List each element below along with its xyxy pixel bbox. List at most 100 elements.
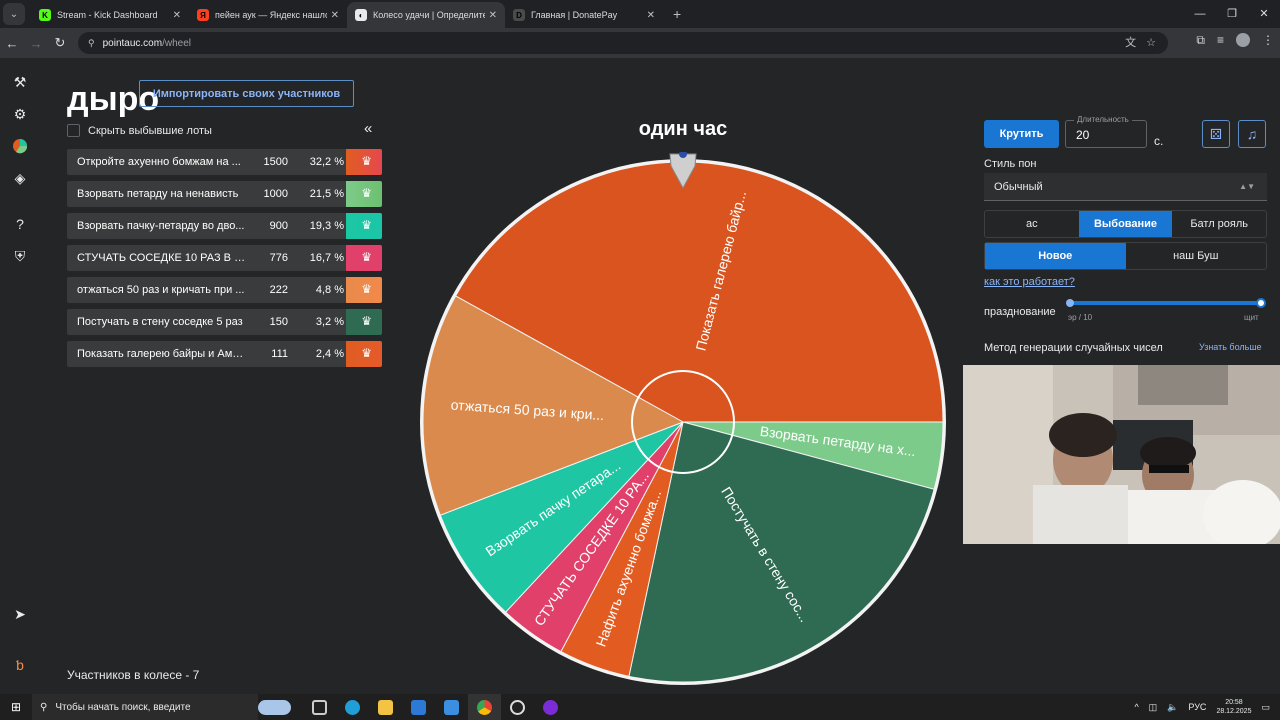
lot-delete-icon[interactable]: ♛	[361, 218, 372, 232]
lot-amount: 776	[269, 252, 288, 264]
lot-delete-icon[interactable]: ♛	[361, 282, 372, 296]
dice-icon[interactable]: ⚄	[1202, 120, 1230, 148]
volume-icon[interactable]: 🔈	[1167, 702, 1178, 713]
mode-tab-1[interactable]: Выбование	[1078, 211, 1173, 237]
lot-delete-icon[interactable]: ♛	[361, 346, 372, 360]
restore-icon[interactable]: ❐	[1216, 0, 1248, 28]
minimize-icon[interactable]: —	[1184, 0, 1216, 28]
how-it-works-link[interactable]: как это работает?	[984, 276, 1075, 288]
settings-gear-icon[interactable]: ⚙	[10, 104, 30, 124]
lot-delete-icon[interactable]: ♛	[361, 186, 372, 200]
collapse-panel-icon[interactable]: «	[364, 120, 372, 137]
mode-tab-2[interactable]: Батл рояль	[1172, 211, 1266, 237]
select-caret-icon: ▲▼	[1239, 182, 1255, 191]
taskbar-widget-icon[interactable]	[258, 694, 291, 720]
lot-row[interactable]: Показать галерею байры и Амы ... 111 2,4 %…	[67, 341, 382, 367]
style-select[interactable]: Обычный ▲▼	[984, 173, 1267, 201]
site-info-icon[interactable]: ⚲	[88, 38, 95, 49]
chrome-icon[interactable]	[468, 694, 501, 720]
shield-icon[interactable]: ⛨	[10, 246, 30, 266]
tab-search-icon[interactable]: ⌄	[3, 3, 25, 25]
tabs: K Stream - Kick Dashboard ✕ Япейен аук — Ян…	[31, 0, 663, 28]
network-icon[interactable]: ◫	[1149, 702, 1158, 713]
wheel-nav-icon[interactable]	[10, 136, 30, 156]
lot-amount: 1500	[263, 156, 288, 168]
notifications-icon[interactable]: ▭	[1261, 702, 1270, 713]
clock[interactable]: 20:58 28.12.2025	[1216, 698, 1251, 716]
tab-title: Stream - Kick Dashboard	[57, 10, 158, 20]
telegram-icon[interactable]: ➤	[10, 604, 30, 624]
hide-eliminated-row[interactable]: Скрыть выбывшие лоты	[67, 124, 212, 137]
import-participants-button[interactable]: Импортировать своих участников	[139, 80, 354, 107]
tab-close-icon[interactable]: ✕	[331, 10, 339, 21]
hide-eliminated-checkbox[interactable]	[67, 124, 80, 137]
lot-amount: 111	[271, 348, 288, 360]
close-window-icon[interactable]: ✕	[1248, 0, 1280, 28]
windows-start-icon[interactable]: ⊞	[0, 700, 32, 714]
lot-row[interactable]: отжаться 50 раз и кричать при ... 222 4,8 …	[67, 277, 382, 303]
new-tab-icon[interactable]: +	[673, 6, 681, 22]
tab-title: пейен аук — Яндекс нашлось	[215, 10, 327, 20]
lot-percent: 21,5 %	[309, 188, 344, 200]
outlook-icon[interactable]	[435, 694, 468, 720]
url-input[interactable]: ⚲ pointauc.com/wheel 文 ☆	[78, 32, 1168, 54]
lot-row[interactable]: Откройте ахуенно бомжам на ... 1500 32,2 %…	[67, 149, 382, 175]
browser-tab[interactable]: K Stream - Kick Dashboard ✕	[31, 2, 189, 28]
lot-name: Показать галерею байры и Амы ...	[77, 348, 248, 360]
taskview-icon[interactable]	[303, 694, 336, 720]
lot-row[interactable]: Взорвать петарду на ненависть 1000 21,5 % ♛	[67, 181, 382, 207]
back-icon[interactable]: ←	[0, 36, 24, 51]
layers-icon[interactable]: ◈	[10, 168, 30, 188]
celebration-slider-track[interactable]	[1070, 301, 1262, 305]
learn-more-link[interactable]: Узнать больше	[1199, 342, 1262, 352]
help-icon[interactable]: ?	[10, 214, 30, 234]
menu-dots-icon[interactable]: ⋮	[1262, 33, 1274, 48]
obs-icon[interactable]	[501, 694, 534, 720]
profile-avatar[interactable]	[1236, 33, 1250, 47]
spin-button[interactable]: Крутить	[984, 120, 1059, 148]
tab-close-icon[interactable]: ✕	[647, 10, 655, 21]
lot-name: отжаться 50 раз и кричать при ...	[77, 284, 245, 296]
boosty-icon[interactable]: ƅ	[10, 655, 30, 675]
forward-icon[interactable]: →	[24, 36, 48, 51]
browser-tab[interactable]: Япейен аук — Яндекс нашлось ✕	[189, 2, 347, 28]
app-purple-icon[interactable]	[534, 694, 567, 720]
browser-tab[interactable]: ◐ Колесо удачи | Определите п ✕	[347, 2, 505, 28]
bookmark-star-icon[interactable]: ☆	[1146, 32, 1156, 54]
auction-hammer-icon[interactable]: ⚒	[10, 72, 30, 92]
duration-label: Длительность	[1074, 115, 1132, 124]
lot-row[interactable]: Постучать в стену соседке 5 раз 150 3,2 % ♛	[67, 309, 382, 335]
music-icon[interactable]: ♫	[1238, 120, 1266, 148]
mode-tab-0[interactable]: ас	[985, 211, 1079, 237]
language-indicator[interactable]: РУС	[1188, 702, 1206, 712]
store-icon[interactable]	[402, 694, 435, 720]
style-select-value: Обычный	[994, 180, 1043, 193]
translate-icon[interactable]: 文	[1125, 32, 1136, 54]
tray-chevron-icon[interactable]: ^	[1134, 702, 1138, 712]
prize-wheel[interactable]: Показать галерею байр...Взорвать петарду…	[416, 152, 950, 692]
edge-icon[interactable]	[336, 694, 369, 720]
reload-icon[interactable]: ↻	[48, 35, 72, 51]
lot-name: Взорвать петарду на ненависть	[77, 188, 239, 200]
lot-row[interactable]: СТУЧАТЬ СОСЕДКЕ 10 РАЗ В СТ... 776 16,7 % ♛	[67, 245, 382, 271]
slider-max-label: щит	[1244, 313, 1259, 322]
lot-row[interactable]: Взорвать пачку-петарду во дво... 900 19,3 …	[67, 213, 382, 239]
browser-tab[interactable]: D Главная | DonatePay ✕	[505, 2, 663, 28]
variant-tab-1[interactable]: наш Буш	[1126, 243, 1267, 269]
extensions-icon[interactable]: ⧉	[1196, 33, 1205, 48]
media-icon[interactable]: ≡	[1217, 33, 1224, 48]
lots-list: Откройте ахуенно бомжам на ... 1500 32,2 %…	[67, 149, 382, 373]
taskbar-search[interactable]: ⚲ Чтобы начать поиск, введите	[32, 694, 258, 720]
celebration-slider-handle[interactable]	[1256, 298, 1266, 308]
tab-close-icon[interactable]: ✕	[173, 10, 181, 21]
side-nav: ⚒ ⚙ ◈ ? ⛨ ➤ ƅ	[0, 58, 40, 694]
lot-delete-icon[interactable]: ♛	[361, 250, 372, 264]
search-icon: ⚲	[40, 701, 48, 713]
variant-tab-0[interactable]: Новое	[985, 243, 1126, 269]
lot-percent: 2,4 %	[315, 348, 344, 360]
tab-close-icon[interactable]: ✕	[489, 10, 497, 21]
lot-delete-icon[interactable]: ♛	[361, 314, 372, 328]
duration-value: 20	[1076, 128, 1090, 142]
explorer-icon[interactable]	[369, 694, 402, 720]
lot-delete-icon[interactable]: ♛	[361, 154, 372, 168]
